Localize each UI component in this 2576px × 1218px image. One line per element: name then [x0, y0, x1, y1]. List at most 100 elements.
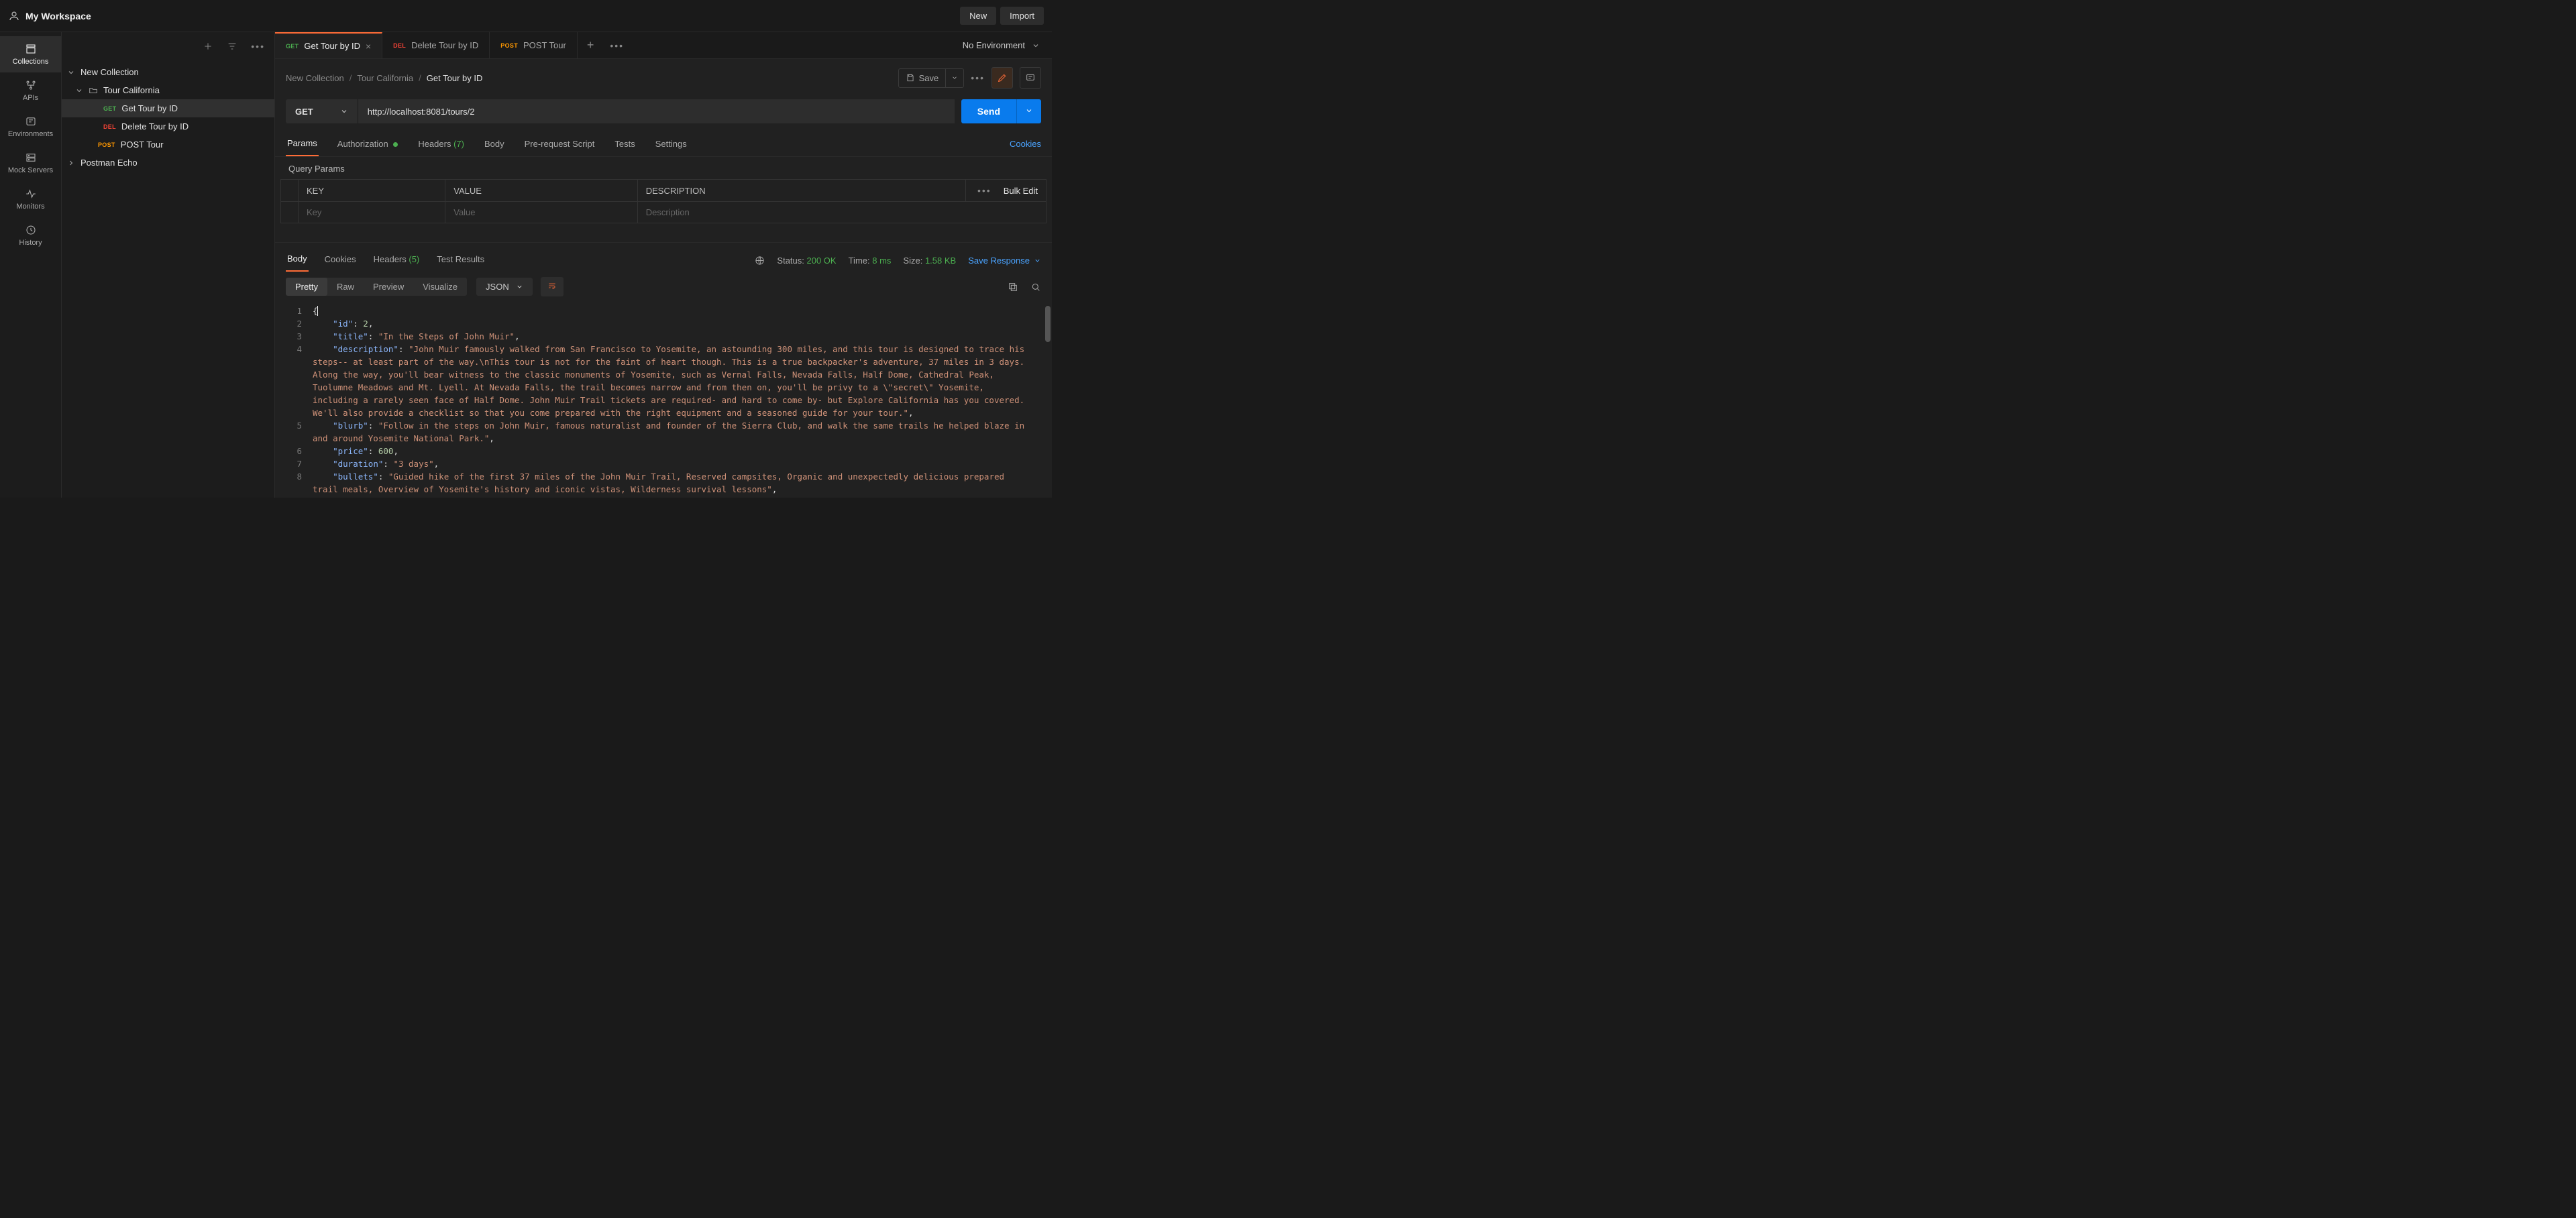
close-icon[interactable]: ×	[366, 41, 371, 52]
tab-body[interactable]: Body	[483, 132, 506, 156]
qp-desc-input[interactable]: Description	[637, 202, 1046, 223]
resp-tab-body[interactable]: Body	[286, 250, 309, 272]
view-visualize[interactable]: Visualize	[413, 278, 467, 296]
sidebar: ••• New Collection Tour California GET G…	[62, 32, 275, 498]
filter-icon[interactable]	[227, 41, 237, 52]
import-button[interactable]: Import	[1000, 7, 1044, 25]
bulk-edit-button[interactable]: Bulk Edit	[1004, 186, 1038, 196]
size-value: 1.58 KB	[925, 256, 956, 266]
view-preview[interactable]: Preview	[364, 278, 413, 296]
save-label: Save	[919, 73, 939, 83]
chevron-down-icon	[1025, 107, 1033, 115]
resp-tab-cookies[interactable]: Cookies	[323, 250, 358, 271]
headers-count: (7)	[453, 139, 464, 149]
rail-environments[interactable]: Environments	[0, 109, 61, 145]
request-post-tour[interactable]: POST POST Tour	[62, 135, 274, 154]
size-label: Size:	[903, 256, 922, 266]
copy-icon[interactable]	[1008, 282, 1018, 292]
tab-params[interactable]: Params	[286, 131, 319, 156]
rail-history[interactable]: History	[0, 217, 61, 254]
rail-history-label: History	[19, 239, 42, 247]
method-badge: DEL	[393, 42, 406, 49]
resp-tab-tests[interactable]: Test Results	[435, 250, 486, 271]
qp-desc-header: DESCRIPTION	[637, 180, 965, 202]
language-select[interactable]: JSON	[476, 278, 533, 296]
tab-label: Get Tour by ID	[304, 41, 360, 51]
qp-key-header: KEY	[299, 180, 445, 202]
search-icon[interactable]	[1030, 282, 1041, 292]
request-get-tour-by-id[interactable]: GET Get Tour by ID	[62, 99, 274, 117]
request-more-icon[interactable]: •••	[971, 72, 985, 83]
view-pretty[interactable]: Pretty	[286, 278, 327, 296]
save-response-button[interactable]: Save Response	[968, 256, 1041, 266]
method-badge: POST	[98, 142, 115, 148]
sidebar-more-icon[interactable]: •••	[251, 41, 265, 52]
crumb-collection[interactable]: New Collection	[286, 73, 344, 83]
create-collection-icon[interactable]	[203, 41, 213, 52]
collection-tree: New Collection Tour California GET Get T…	[62, 60, 274, 172]
qp-more-icon[interactable]: •••	[977, 185, 991, 196]
left-rail: Collections APIs Environments Mock Serve…	[0, 32, 62, 498]
rail-collections[interactable]: Collections	[0, 36, 61, 72]
query-params-table: KEY VALUE DESCRIPTION ••• Bulk Edit Key …	[280, 179, 1046, 223]
save-response-label: Save Response	[968, 256, 1030, 266]
view-raw[interactable]: Raw	[327, 278, 364, 296]
response-tabs: Body Cookies Headers (5) Test Results St…	[275, 242, 1052, 272]
resp-headers-count: (5)	[409, 254, 419, 264]
save-dropdown[interactable]	[946, 68, 964, 88]
tab-get-tour[interactable]: GET Get Tour by ID ×	[275, 32, 382, 58]
tabs-more-icon[interactable]: •••	[603, 40, 631, 51]
rail-collections-label: Collections	[13, 58, 49, 66]
rail-apis[interactable]: APIs	[0, 72, 61, 109]
method-badge: POST	[500, 42, 518, 49]
save-button[interactable]: Save	[898, 68, 947, 88]
collection-new-collection[interactable]: New Collection	[62, 63, 274, 81]
tab-delete-tour[interactable]: DEL Delete Tour by ID	[382, 32, 490, 58]
method-select[interactable]: GET	[286, 99, 358, 123]
chevron-down-icon	[75, 87, 83, 95]
time-value: 8 ms	[872, 256, 891, 266]
folder-tour-california[interactable]: Tour California	[62, 81, 274, 99]
response-view-row: Pretty Raw Preview Visualize JSON	[275, 272, 1052, 302]
environments-icon	[25, 115, 37, 127]
send-dropdown[interactable]	[1016, 99, 1041, 123]
collection-label: New Collection	[80, 67, 139, 77]
cookies-link[interactable]: Cookies	[1010, 139, 1041, 149]
wrap-lines-button[interactable]	[541, 277, 564, 296]
method-badge: GET	[103, 105, 116, 112]
workspace-name: My Workspace	[25, 11, 91, 21]
request-delete-tour-by-id[interactable]: DEL Delete Tour by ID	[62, 117, 274, 135]
comments-button[interactable]	[1020, 67, 1041, 89]
tab-headers[interactable]: Headers (7)	[417, 132, 466, 156]
tab-prerequest[interactable]: Pre-request Script	[523, 132, 596, 156]
crumb-folder[interactable]: Tour California	[357, 73, 413, 83]
tab-authorization[interactable]: Authorization	[336, 132, 400, 156]
globe-icon[interactable]	[755, 256, 765, 266]
chevron-down-icon	[1032, 42, 1040, 50]
scrollbar[interactable]	[1045, 306, 1051, 342]
url-input[interactable]	[358, 99, 955, 123]
chevron-down-icon	[516, 283, 523, 290]
qp-row-empty[interactable]: Key Value Description	[281, 202, 1046, 223]
chevron-down-icon	[340, 107, 348, 115]
rail-monitors[interactable]: Monitors	[0, 181, 61, 217]
collections-icon	[25, 43, 37, 55]
send-button[interactable]: Send	[961, 99, 1016, 123]
qp-key-input[interactable]: Key	[299, 202, 445, 223]
tab-tests[interactable]: Tests	[613, 132, 636, 156]
environment-selector[interactable]: No Environment	[951, 40, 1052, 50]
workspace-switcher[interactable]: My Workspace	[8, 10, 91, 22]
chevron-down-icon	[951, 74, 958, 81]
collection-postman-echo[interactable]: Postman Echo	[62, 154, 274, 172]
resp-tab-headers[interactable]: Headers (5)	[372, 250, 421, 271]
rail-apis-label: APIs	[23, 94, 38, 102]
tab-settings[interactable]: Settings	[654, 132, 688, 156]
new-button[interactable]: New	[960, 7, 996, 25]
edit-button[interactable]	[991, 67, 1013, 89]
qp-value-input[interactable]: Value	[445, 202, 638, 223]
rail-mock-servers[interactable]: Mock Servers	[0, 145, 61, 181]
auth-indicator-icon	[393, 142, 398, 147]
tab-post-tour[interactable]: POST POST Tour	[490, 32, 578, 58]
new-tab-button[interactable]: +	[578, 38, 604, 52]
response-body[interactable]: 1{2 "id": 2,3 "title": "In the Steps of …	[275, 302, 1052, 498]
